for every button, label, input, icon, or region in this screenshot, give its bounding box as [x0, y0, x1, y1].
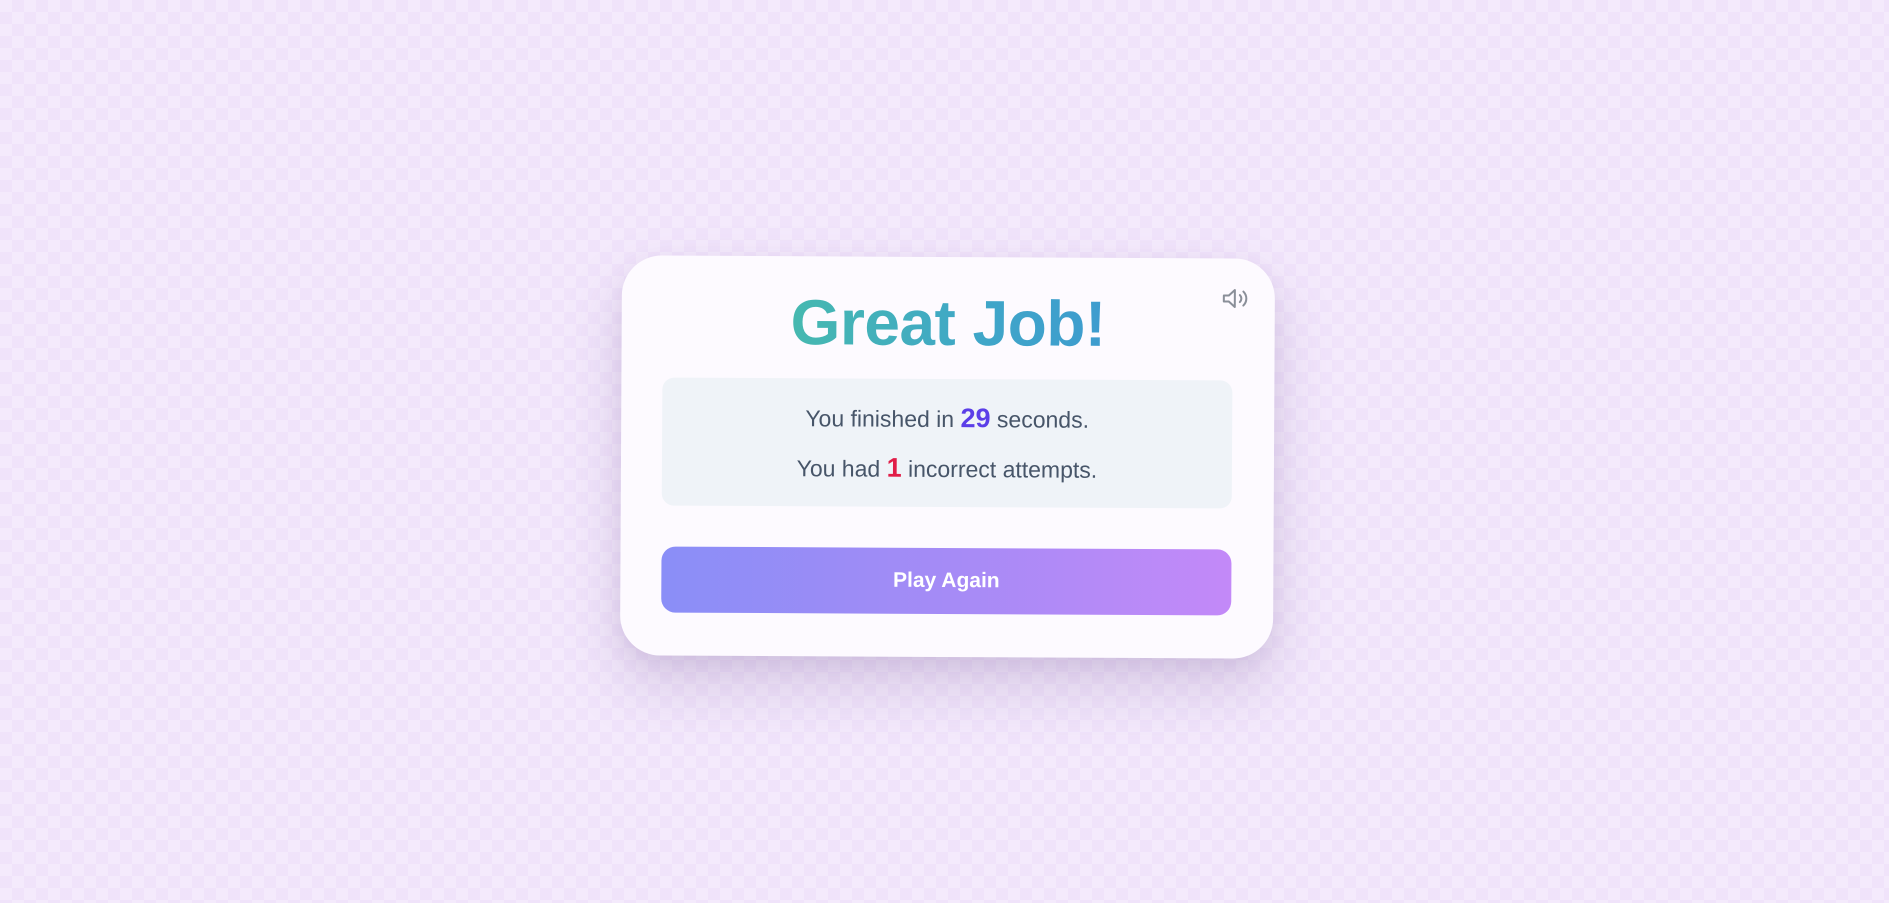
errors-stat: You had 1 incorrect attempts.: [662, 452, 1232, 486]
time-prefix: You finished in: [805, 405, 955, 433]
time-stat: You finished in 29 seconds.: [662, 402, 1232, 436]
stats-panel: You finished in 29 seconds. You had 1 in…: [661, 377, 1233, 509]
play-again-button[interactable]: Play Again: [661, 546, 1232, 616]
time-suffix: seconds.: [996, 406, 1090, 433]
time-value: 29: [960, 403, 991, 434]
results-card: Great Job! You finished in 29 seconds. Y…: [619, 255, 1276, 659]
errors-value: 1: [886, 452, 902, 483]
page-title: Great Job!: [622, 286, 1275, 360]
errors-prefix: You had: [796, 455, 881, 482]
errors-suffix: incorrect attempts.: [907, 455, 1098, 483]
